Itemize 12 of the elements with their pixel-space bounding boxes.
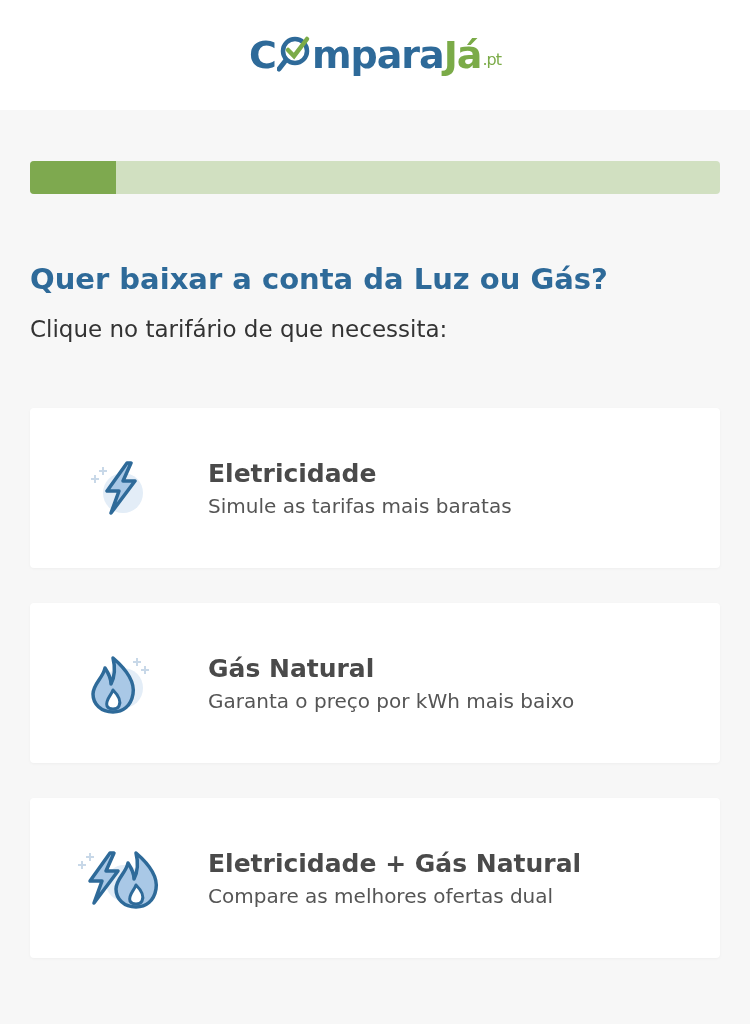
option-card[interactable]: Eletricidade + Gás Natural Compare as melhores ofertas dual (30, 798, 720, 958)
option-description: Compare as melhores ofertas dual (208, 883, 555, 908)
logo[interactable]: C mparaJá.pt (249, 33, 501, 77)
option-card[interactable]: Gás Natural Garanta o preço por kWh mais baixo (30, 603, 720, 763)
option-title: Eletricidade (208, 458, 378, 488)
page-title: Quer baixar a conta da Luz ou Gás? (30, 262, 609, 296)
option-description: Garanta o preço por kWh mais baixo (208, 688, 575, 713)
option-title: Eletricidade + Gás Natural (208, 848, 582, 878)
instruction-text: Clique no tarifário de que necessita: (30, 316, 449, 342)
option-description: Simule as tarifas mais baratas (208, 493, 512, 518)
option-card[interactable]: Eletricidade Simule as tarifas mais baratas (30, 408, 720, 568)
option-title: Gás Natural (208, 653, 376, 683)
